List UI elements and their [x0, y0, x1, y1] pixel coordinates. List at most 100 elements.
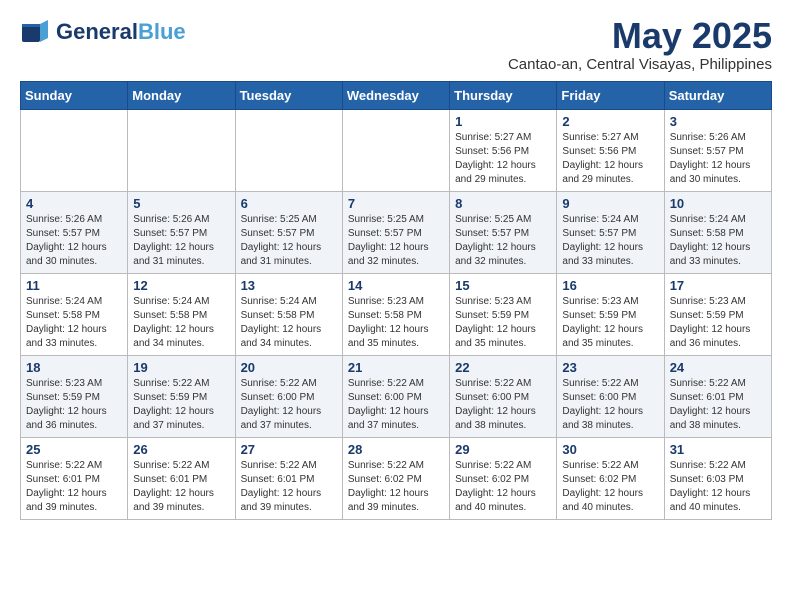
day-info: Sunrise: 5:25 AM Sunset: 5:57 PM Dayligh… [455, 213, 551, 269]
calendar-week-1: 1Sunrise: 5:27 AM Sunset: 5:56 PM Daylig… [21, 109, 772, 191]
day-number: 17 [670, 278, 766, 293]
calendar-week-2: 4 Sunrise: 5:26 AM Sunset: 5:57 PM Daylig… [21, 191, 772, 273]
day-number: 4 [26, 196, 122, 211]
calendar-cell: 31 Sunrise: 5:22 AM Sunset: 6:03 PM Dayli… [664, 437, 771, 519]
weekday-header-saturday: Saturday [664, 81, 771, 109]
weekday-header-sunday: Sunday [21, 81, 128, 109]
calendar-cell: 19 Sunrise: 5:22 AM Sunset: 5:59 PM Dayli… [128, 355, 235, 437]
day-info: Sunrise: 5:23 AM Sunset: 5:59 PM Dayligh… [670, 295, 766, 351]
day-info: Sunrise: 5:22 AM Sunset: 6:00 PM Dayligh… [562, 377, 658, 433]
day-number: 8 [455, 196, 551, 211]
day-number: 15 [455, 278, 551, 293]
page-header: GeneralBlue May 2025 Cantao-an, Central … [20, 16, 772, 73]
day-info: Sunrise: 5:27 AM Sunset: 5:56 PM Dayligh… [455, 131, 551, 187]
day-info: Sunrise: 5:22 AM Sunset: 6:00 PM Dayligh… [348, 377, 444, 433]
day-number: 27 [241, 442, 337, 457]
day-info: Sunrise: 5:24 AM Sunset: 5:57 PM Dayligh… [562, 213, 658, 269]
calendar-cell: 18 Sunrise: 5:23 AM Sunset: 5:59 PM Dayli… [21, 355, 128, 437]
day-number: 30 [562, 442, 658, 457]
weekday-header-friday: Friday [557, 81, 664, 109]
day-number: 5 [133, 196, 229, 211]
calendar-cell: 2 Sunrise: 5:27 AM Sunset: 5:56 PM Daylig… [557, 109, 664, 191]
calendar-cell: 22 Sunrise: 5:22 AM Sunset: 6:00 PM Dayli… [450, 355, 557, 437]
calendar-cell [128, 109, 235, 191]
calendar-cell: 11 Sunrise: 5:24 AM Sunset: 5:58 PM Dayli… [21, 273, 128, 355]
day-info: Sunrise: 5:22 AM Sunset: 6:01 PM Dayligh… [670, 377, 766, 433]
calendar-cell: 30 Sunrise: 5:22 AM Sunset: 6:02 PM Dayli… [557, 437, 664, 519]
day-number: 13 [241, 278, 337, 293]
day-info: Sunrise: 5:22 AM Sunset: 6:01 PM Dayligh… [133, 459, 229, 515]
day-info: Sunrise: 5:25 AM Sunset: 5:57 PM Dayligh… [241, 213, 337, 269]
day-info: Sunrise: 5:23 AM Sunset: 5:59 PM Dayligh… [455, 295, 551, 351]
calendar-week-5: 25 Sunrise: 5:22 AM Sunset: 6:01 PM Dayli… [21, 437, 772, 519]
day-number: 6 [241, 196, 337, 211]
day-info: Sunrise: 5:23 AM Sunset: 5:58 PM Dayligh… [348, 295, 444, 351]
calendar-cell: 9 Sunrise: 5:24 AM Sunset: 5:57 PM Daylig… [557, 191, 664, 273]
day-info: Sunrise: 5:27 AM Sunset: 5:56 PM Dayligh… [562, 131, 658, 187]
day-info: Sunrise: 5:22 AM Sunset: 5:59 PM Dayligh… [133, 377, 229, 433]
calendar-cell: 29 Sunrise: 5:22 AM Sunset: 6:02 PM Dayli… [450, 437, 557, 519]
calendar-cell: 8 Sunrise: 5:25 AM Sunset: 5:57 PM Daylig… [450, 191, 557, 273]
day-number: 10 [670, 196, 766, 211]
day-number: 16 [562, 278, 658, 293]
day-number: 20 [241, 360, 337, 375]
day-number: 25 [26, 442, 122, 457]
day-number: 22 [455, 360, 551, 375]
day-number: 9 [562, 196, 658, 211]
day-info: Sunrise: 5:23 AM Sunset: 5:59 PM Dayligh… [26, 377, 122, 433]
day-number: 2 [562, 114, 658, 129]
calendar-cell: 15 Sunrise: 5:23 AM Sunset: 5:59 PM Dayli… [450, 273, 557, 355]
day-number: 23 [562, 360, 658, 375]
calendar-week-4: 18 Sunrise: 5:23 AM Sunset: 5:59 PM Dayli… [21, 355, 772, 437]
calendar-cell: 1Sunrise: 5:27 AM Sunset: 5:56 PM Daylig… [450, 109, 557, 191]
day-number: 11 [26, 278, 122, 293]
day-info: Sunrise: 5:24 AM Sunset: 5:58 PM Dayligh… [26, 295, 122, 351]
weekday-header-thursday: Thursday [450, 81, 557, 109]
day-number: 3 [670, 114, 766, 129]
calendar-cell: 7Sunrise: 5:25 AM Sunset: 5:57 PM Daylig… [342, 191, 449, 273]
day-info: Sunrise: 5:26 AM Sunset: 5:57 PM Dayligh… [26, 213, 122, 269]
title-block: May 2025 Cantao-an, Central Visayas, Phi… [508, 16, 772, 73]
calendar-cell: 27Sunrise: 5:22 AM Sunset: 6:01 PM Dayli… [235, 437, 342, 519]
calendar-cell: 4 Sunrise: 5:26 AM Sunset: 5:57 PM Daylig… [21, 191, 128, 273]
day-number: 31 [670, 442, 766, 457]
day-info: Sunrise: 5:22 AM Sunset: 6:03 PM Dayligh… [670, 459, 766, 515]
calendar-cell [342, 109, 449, 191]
calendar-cell [235, 109, 342, 191]
logo-icon [20, 16, 52, 48]
day-number: 29 [455, 442, 551, 457]
calendar-cell [21, 109, 128, 191]
day-info: Sunrise: 5:26 AM Sunset: 5:57 PM Dayligh… [670, 131, 766, 187]
calendar-cell: 26Sunrise: 5:22 AM Sunset: 6:01 PM Dayli… [128, 437, 235, 519]
calendar-cell: 28Sunrise: 5:22 AM Sunset: 6:02 PM Dayli… [342, 437, 449, 519]
day-info: Sunrise: 5:26 AM Sunset: 5:57 PM Dayligh… [133, 213, 229, 269]
logo-name: GeneralBlue [56, 20, 186, 44]
calendar-header-row: SundayMondayTuesdayWednesdayThursdayFrid… [21, 81, 772, 109]
day-number: 12 [133, 278, 229, 293]
day-info: Sunrise: 5:24 AM Sunset: 5:58 PM Dayligh… [241, 295, 337, 351]
calendar-cell: 23 Sunrise: 5:22 AM Sunset: 6:00 PM Dayli… [557, 355, 664, 437]
calendar-cell: 24Sunrise: 5:22 AM Sunset: 6:01 PM Dayli… [664, 355, 771, 437]
day-info: Sunrise: 5:22 AM Sunset: 6:00 PM Dayligh… [241, 377, 337, 433]
weekday-header-tuesday: Tuesday [235, 81, 342, 109]
calendar-cell: 5 Sunrise: 5:26 AM Sunset: 5:57 PM Daylig… [128, 191, 235, 273]
calendar-table: SundayMondayTuesdayWednesdayThursdayFrid… [20, 81, 772, 520]
day-number: 18 [26, 360, 122, 375]
calendar-cell: 10 Sunrise: 5:24 AM Sunset: 5:58 PM Dayli… [664, 191, 771, 273]
calendar-cell: 3 Sunrise: 5:26 AM Sunset: 5:57 PM Daylig… [664, 109, 771, 191]
calendar-cell: 12 Sunrise: 5:24 AM Sunset: 5:58 PM Dayli… [128, 273, 235, 355]
day-info: Sunrise: 5:22 AM Sunset: 6:02 PM Dayligh… [348, 459, 444, 515]
calendar-cell: 20 Sunrise: 5:22 AM Sunset: 6:00 PM Dayli… [235, 355, 342, 437]
calendar-week-3: 11 Sunrise: 5:24 AM Sunset: 5:58 PM Dayli… [21, 273, 772, 355]
day-info: Sunrise: 5:22 AM Sunset: 6:00 PM Dayligh… [455, 377, 551, 433]
day-number: 21 [348, 360, 444, 375]
day-info: Sunrise: 5:22 AM Sunset: 6:02 PM Dayligh… [562, 459, 658, 515]
day-number: 7 [348, 196, 444, 211]
day-info: Sunrise: 5:24 AM Sunset: 5:58 PM Dayligh… [133, 295, 229, 351]
day-info: Sunrise: 5:22 AM Sunset: 6:02 PM Dayligh… [455, 459, 551, 515]
calendar-cell: 25Sunrise: 5:22 AM Sunset: 6:01 PM Dayli… [21, 437, 128, 519]
day-number: 19 [133, 360, 229, 375]
calendar-cell: 14Sunrise: 5:23 AM Sunset: 5:58 PM Dayli… [342, 273, 449, 355]
day-info: Sunrise: 5:24 AM Sunset: 5:58 PM Dayligh… [670, 213, 766, 269]
calendar-cell: 17 Sunrise: 5:23 AM Sunset: 5:59 PM Dayli… [664, 273, 771, 355]
